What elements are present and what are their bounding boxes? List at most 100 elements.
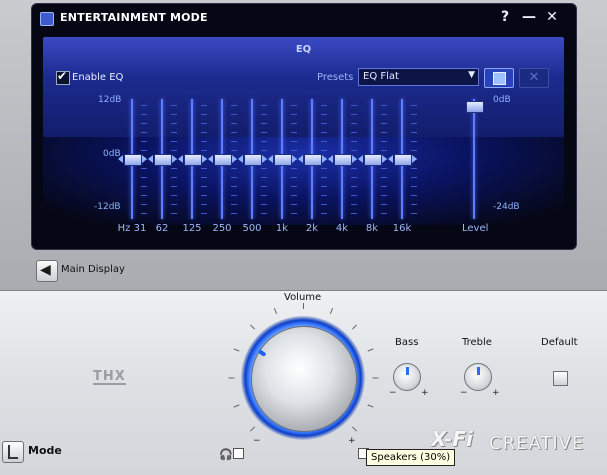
treble-knob[interactable] — [464, 363, 492, 391]
eq-band-knob[interactable] — [364, 154, 382, 166]
eq-tick — [231, 177, 237, 178]
help-button[interactable]: ? — [497, 9, 513, 25]
eq-tick — [261, 105, 267, 106]
eq-tick — [411, 141, 417, 142]
level-bottom-label: -24dB — [493, 202, 520, 212]
eq-tick — [291, 132, 297, 133]
volume-minus-label: − — [253, 436, 261, 446]
eq-band-label: 8k — [365, 223, 379, 234]
eq-tick — [351, 150, 357, 151]
eq-tick — [351, 195, 357, 196]
eq-tick — [231, 186, 237, 187]
eq-tick — [141, 186, 147, 187]
bass-knob[interactable] — [393, 363, 421, 391]
default-label: Default — [541, 337, 578, 348]
enable-eq-checkbox[interactable]: ✔ — [56, 69, 70, 85]
eq-left-marker — [208, 155, 213, 163]
eq-tick — [201, 177, 207, 178]
main-display-label[interactable]: Main Display — [61, 264, 125, 275]
mode-label[interactable]: Mode — [28, 444, 62, 457]
volume-tick — [303, 303, 304, 309]
check-icon: ✔ — [57, 69, 68, 83]
eq-tick — [171, 114, 177, 115]
eq-tick — [291, 123, 297, 124]
eq-band-knob[interactable] — [184, 154, 202, 166]
eq-tick — [381, 195, 387, 196]
eq-tick — [261, 141, 267, 142]
presets-value: EQ Flat — [363, 71, 399, 82]
title-bar[interactable]: ENTERTAINMENT MODE ? — ✕ — [32, 4, 576, 32]
eq-tick — [171, 150, 177, 151]
default-button[interactable] — [553, 371, 568, 386]
eq-right-marker — [412, 155, 417, 163]
chevron-down-icon: ▼ — [468, 70, 475, 80]
eq-tick — [171, 204, 177, 205]
eq-band-knob[interactable] — [304, 154, 322, 166]
eq-tick — [141, 195, 147, 196]
app-icon — [40, 12, 54, 26]
eq-tick — [351, 123, 357, 124]
headphone-output-checkbox[interactable] — [233, 448, 244, 459]
eq-tick — [171, 105, 177, 106]
eq-band-knob[interactable] — [214, 154, 232, 166]
eq-tick — [351, 168, 357, 169]
eq-band-knob[interactable] — [334, 154, 352, 166]
eq-tick — [381, 168, 387, 169]
eq-tick — [141, 177, 147, 178]
level-track — [473, 99, 475, 219]
eq-right-marker — [382, 155, 387, 163]
eq-tick — [261, 123, 267, 124]
level-top-label: 0dB — [493, 95, 511, 105]
eq-band-label: 2k — [305, 223, 319, 234]
presets-dropdown[interactable]: EQ Flat ▼ — [358, 68, 479, 86]
eq-tick — [411, 123, 417, 124]
tooltip: Speakers (30%) — [366, 449, 456, 466]
eq-tick — [411, 177, 417, 178]
eq-tick — [321, 105, 327, 106]
eq-tick — [351, 213, 357, 214]
eq-tick — [171, 123, 177, 124]
volume-plus-label: + — [348, 436, 356, 446]
eq-tick — [201, 114, 207, 115]
eq-tick — [351, 186, 357, 187]
eq-tick — [381, 213, 387, 214]
eq-tick — [261, 132, 267, 133]
mode-button[interactable] — [2, 441, 24, 463]
bass-plus-label: + — [421, 388, 429, 398]
eq-band-knob[interactable] — [244, 154, 262, 166]
delete-preset-button[interactable]: ✕ — [519, 68, 549, 88]
eq-tick — [141, 114, 147, 115]
eq-tick — [261, 195, 267, 196]
treble-minus-label: − — [460, 388, 468, 398]
eq-tick — [201, 213, 207, 214]
eq-tick — [381, 150, 387, 151]
eq-tick — [321, 150, 327, 151]
treble-indicator — [477, 367, 480, 375]
eq-tick — [171, 195, 177, 196]
presets-label: Presets — [317, 72, 354, 83]
eq-tick — [411, 132, 417, 133]
eq-tick — [291, 168, 297, 169]
eq-left-marker — [328, 155, 333, 163]
eq-tick — [141, 168, 147, 169]
eq-tick — [351, 204, 357, 205]
eq-band-label: 125 — [182, 223, 202, 234]
close-button[interactable]: ✕ — [544, 9, 560, 25]
main-display-button[interactable]: ◀ — [36, 260, 58, 282]
minimize-button[interactable]: — — [521, 9, 537, 25]
eq-tick — [411, 150, 417, 151]
eq-band-knob[interactable] — [154, 154, 172, 166]
eq-tick — [231, 114, 237, 115]
thx-logo: THX — [93, 369, 126, 385]
eq-band-knob[interactable] — [124, 154, 142, 166]
save-preset-button[interactable] — [484, 68, 514, 88]
eq-band-knob[interactable] — [394, 154, 412, 166]
eq-tick — [291, 105, 297, 106]
eq-tick — [381, 177, 387, 178]
eq-band-knob[interactable] — [274, 154, 292, 166]
eq-tick — [351, 114, 357, 115]
level-slider-knob[interactable] — [466, 101, 484, 113]
eq-tick — [171, 186, 177, 187]
volume-knob[interactable] — [251, 326, 357, 432]
eq-header-box: EQ ✔ Enable EQ Presets EQ Flat ▼ ✕ — [43, 37, 564, 137]
